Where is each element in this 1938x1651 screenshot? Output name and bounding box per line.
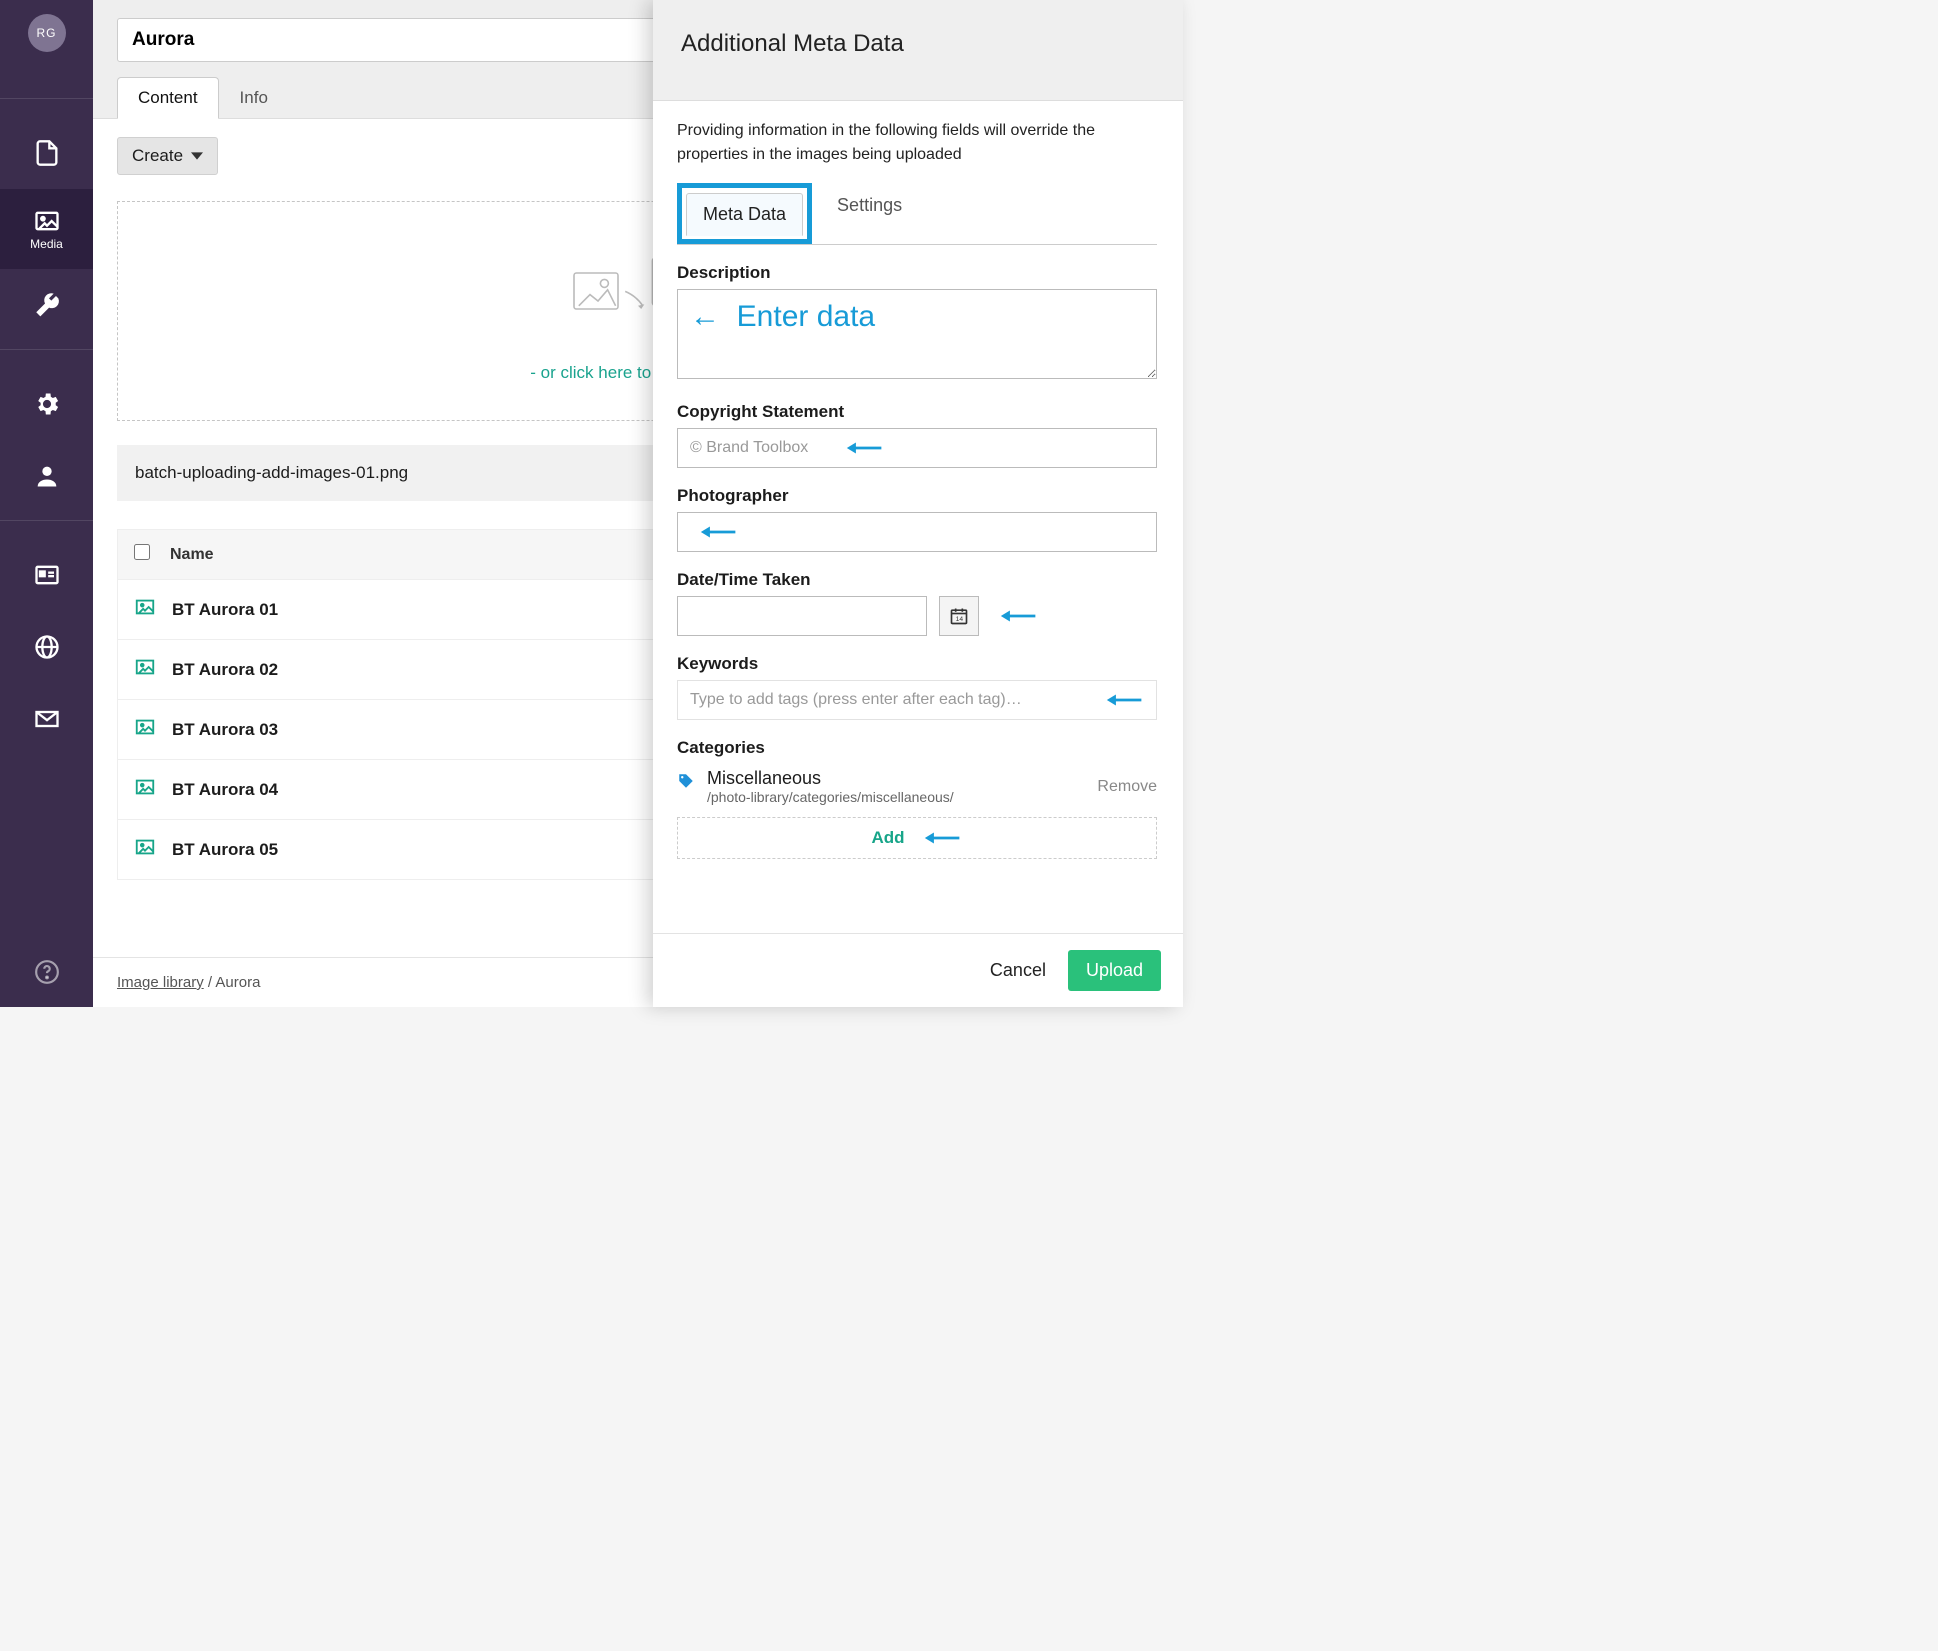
arrow-annotation-icon: [845, 438, 885, 458]
description-label: Description: [677, 263, 1157, 283]
calendar-icon: 14: [949, 606, 969, 626]
arrow-annotation-icon: [1105, 690, 1145, 710]
globe-icon: [33, 633, 61, 661]
file-icon: [33, 139, 61, 167]
create-button[interactable]: Create: [117, 137, 218, 175]
divider: [0, 520, 93, 521]
tab-content[interactable]: Content: [117, 77, 219, 119]
wrench-icon: [33, 291, 61, 319]
nav-item-card[interactable]: [0, 539, 93, 611]
datetime-input[interactable]: [677, 596, 927, 636]
media-icon: [33, 207, 61, 235]
image-thumb-icon: [134, 656, 156, 683]
nav-item-user[interactable]: [0, 440, 93, 512]
datetime-label: Date/Time Taken: [677, 570, 1157, 590]
image-thumb-icon: [134, 776, 156, 803]
create-label: Create: [132, 146, 183, 166]
categories-label: Categories: [677, 738, 1157, 758]
keywords-label: Keywords: [677, 654, 1157, 674]
image-thumb-icon: [134, 596, 156, 623]
mail-icon: [33, 705, 61, 733]
nav-item-globe[interactable]: [0, 611, 93, 683]
left-nav: RG Media: [0, 0, 93, 1007]
category-name: Miscellaneous: [707, 768, 1097, 789]
help-icon[interactable]: [34, 959, 60, 989]
svg-text:14: 14: [956, 616, 964, 623]
upload-button[interactable]: Upload: [1068, 950, 1161, 991]
category-item: Miscellaneous /photo-library/categories/…: [677, 764, 1157, 811]
arrow-annotation-icon: [923, 828, 963, 848]
gear-icon: [33, 390, 61, 418]
metadata-panel: Additional Meta Data Providing informati…: [653, 0, 1183, 1007]
nav-item-file[interactable]: [0, 117, 93, 189]
card-icon: [33, 561, 61, 589]
user-icon: [33, 462, 61, 490]
image-thumb-icon: [134, 716, 156, 743]
image-thumb-icon: [134, 836, 156, 863]
add-category-button[interactable]: Add: [677, 817, 1157, 859]
nav-item-gear[interactable]: [0, 368, 93, 440]
tag-icon: [677, 772, 695, 795]
tab-info[interactable]: Info: [219, 77, 289, 119]
photographer-input[interactable]: [677, 512, 1157, 552]
avatar[interactable]: RG: [28, 14, 66, 52]
nav-item-mail[interactable]: [0, 683, 93, 755]
arrow-annotation-icon: [999, 606, 1039, 626]
select-all-checkbox[interactable]: [134, 544, 150, 560]
panel-tab-metadata[interactable]: Meta Data: [686, 193, 803, 236]
keywords-input[interactable]: [677, 680, 1157, 720]
cancel-button[interactable]: Cancel: [990, 960, 1046, 981]
nav-item-settings-tool[interactable]: [0, 269, 93, 341]
calendar-button[interactable]: 14: [939, 596, 979, 636]
panel-intro: Providing information in the following f…: [677, 119, 1157, 167]
category-remove[interactable]: Remove: [1097, 778, 1157, 796]
divider: [0, 98, 93, 99]
photographer-label: Photographer: [677, 486, 1157, 506]
panel-title: Additional Meta Data: [653, 0, 1183, 101]
panel-footer: Cancel Upload: [653, 933, 1183, 1007]
panel-tab-settings[interactable]: Settings: [820, 184, 919, 245]
nav-label-media: Media: [30, 237, 63, 251]
copyright-label: Copyright Statement: [677, 402, 1157, 422]
divider: [0, 349, 93, 350]
breadcrumb-root[interactable]: Image library: [117, 974, 204, 991]
caret-down-icon: [191, 150, 203, 162]
description-input[interactable]: ← Enter data: [677, 289, 1157, 379]
panel-tabs: Meta Data Settings: [677, 183, 1157, 245]
callout-highlight: Meta Data: [677, 183, 812, 244]
nav-item-media[interactable]: Media: [0, 189, 93, 269]
category-path: /photo-library/categories/miscellaneous/: [707, 789, 1097, 805]
copyright-input[interactable]: [677, 428, 1157, 468]
breadcrumb-current: Aurora: [215, 974, 260, 991]
